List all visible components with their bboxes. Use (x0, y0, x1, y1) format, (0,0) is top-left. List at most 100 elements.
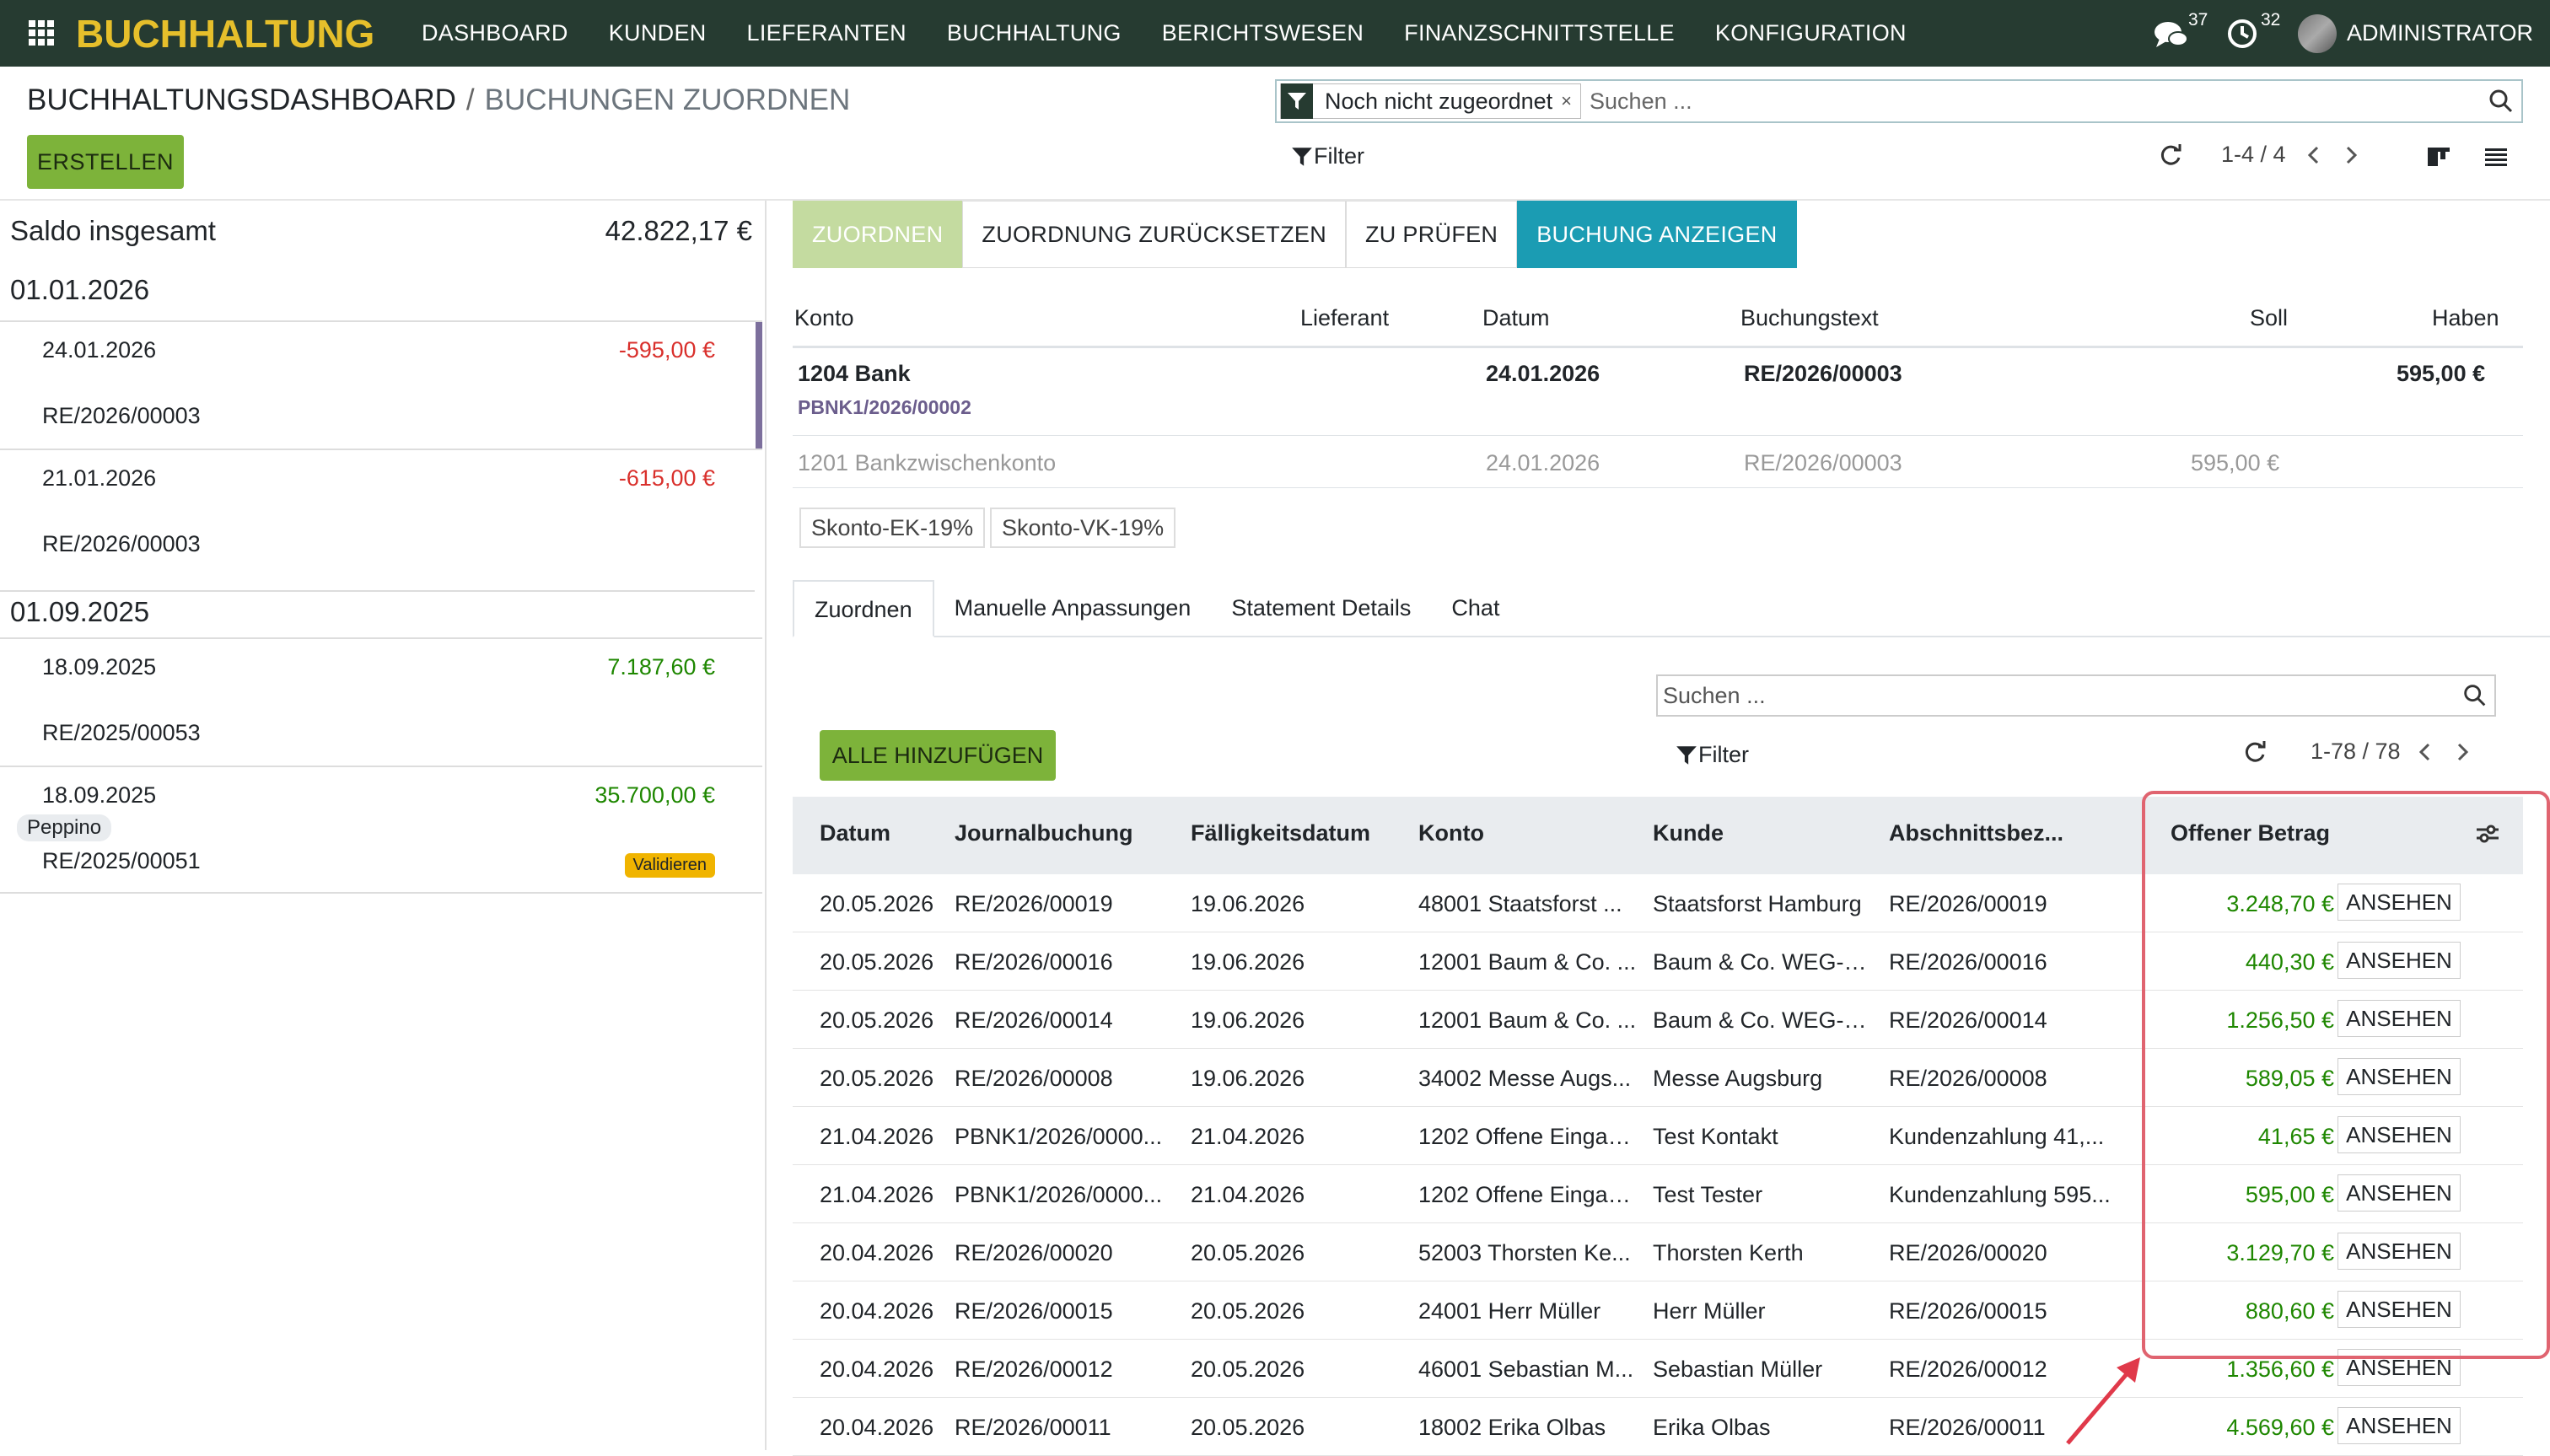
col-offener-betrag[interactable]: Offener Betrag (2171, 820, 2330, 846)
cell-offener-betrag: 595,00 € (2245, 1182, 2334, 1207)
statement-line[interactable]: 18.09.2025 35.700,00 € Peppino RE/2025/0… (0, 766, 762, 894)
search-input[interactable] (1590, 88, 2486, 115)
col-konto[interactable]: Konto (1418, 820, 1484, 846)
facet-remove-icon[interactable]: × (1561, 90, 1580, 112)
kanban-view-icon[interactable] (2425, 143, 2452, 170)
assign-button[interactable]: ZUORDNEN (793, 201, 963, 268)
line-amount: 35.700,00 € (594, 782, 715, 808)
statement-line[interactable]: 21.01.2026 -615,00 € RE/2026/00003 (0, 449, 762, 577)
view-button[interactable]: ANSEHEN (2338, 1407, 2461, 1444)
tabs: Zuordnen Manuelle Anpassungen Statement … (793, 580, 1520, 637)
cell-datum: 20.05.2026 (820, 949, 934, 975)
menu-finanzschnittstelle[interactable]: FINANZSCHNITTSTELLE (1404, 20, 1675, 46)
cell-konto: 24001 Herr Müller (1418, 1298, 1601, 1324)
match-row[interactable]: 20.05.2026 RE/2026/00014 19.06.2026 12001 B… (793, 991, 2523, 1049)
cell-kunde: Thorsten Kerth (1653, 1240, 1804, 1265)
chevron-left-icon[interactable] (2413, 739, 2438, 765)
entry-row-divider (793, 435, 2523, 436)
view-button[interactable]: ANSEHEN (2338, 1058, 2461, 1095)
cell-abschnittsbez: RE/2026/00008 (1889, 1066, 2047, 1091)
filter-dropdown[interactable]: Filter (1290, 143, 1364, 169)
match-row[interactable]: 20.05.2026 RE/2026/00016 19.06.2026 12001 B… (793, 932, 2523, 991)
match-search-input[interactable] (1663, 682, 2461, 709)
add-all-button[interactable]: ALLE HINZUFÜGEN (820, 730, 1056, 781)
col-datum[interactable]: Datum (820, 820, 890, 846)
refresh-icon[interactable] (2243, 739, 2268, 765)
chevron-right-icon[interactable] (2338, 142, 2364, 168)
match-row[interactable]: 20.04.2026 RE/2026/00011 20.05.2026 18002 E… (793, 1398, 2523, 1456)
facet-label: Noch nicht zugeordnet (1325, 88, 1553, 114)
menu-dashboard[interactable]: DASHBOARD (422, 20, 568, 46)
match-search-bar (1656, 674, 2496, 717)
reset-assignment-button[interactable]: ZUORDNUNG ZURÜCKSETZEN (962, 201, 1347, 268)
match-row[interactable]: 20.04.2026 RE/2026/00012 20.05.2026 46001 S… (793, 1340, 2523, 1398)
match-row[interactable]: 21.04.2026 PBNK1/2026/0000... 21.04.2026 12… (793, 1107, 2523, 1165)
view-button[interactable]: ANSEHEN (2338, 1116, 2461, 1153)
match-row[interactable]: 20.04.2026 RE/2026/00020 20.05.2026 52003 T… (793, 1223, 2523, 1281)
view-button[interactable]: ANSEHEN (2338, 884, 2461, 921)
chevron-left-icon[interactable] (2301, 142, 2327, 168)
cell-journalbuchung: RE/2026/00020 (955, 1240, 1113, 1265)
tab-statement-details[interactable]: Statement Details (1211, 580, 1431, 637)
pager-value[interactable]: 1-4 / 4 (2221, 142, 2286, 168)
view-button[interactable]: ANSEHEN (2338, 1174, 2461, 1212)
view-switcher (2425, 143, 2510, 170)
col-faelligkeitsdatum[interactable]: Fälligkeitsdatum (1191, 820, 1370, 846)
cell-faelligkeitsdatum: 21.04.2026 (1191, 1124, 1305, 1149)
tab-zuordnen[interactable]: Zuordnen (793, 580, 934, 637)
col-abschnittsbez[interactable]: Abschnittsbez... (1889, 820, 2063, 846)
match-table-header: Datum Journalbuchung Fälligkeitsdatum Ko… (793, 797, 2523, 874)
match-row[interactable]: 21.04.2026 PBNK1/2026/0000... 21.04.2026 12… (793, 1165, 2523, 1223)
menu-lieferanten[interactable]: LIEFERANTEN (747, 20, 906, 46)
menu-buchhaltung[interactable]: BUCHHALTUNG (947, 20, 1122, 46)
view-button[interactable]: ANSEHEN (2338, 1233, 2461, 1270)
cell-konto: 12001 Baum & Co. ... (1418, 1007, 1637, 1033)
view-button[interactable]: ANSEHEN (2338, 1291, 2461, 1328)
to-check-button[interactable]: ZU PRÜFEN (1346, 201, 1518, 268)
menu-kunden[interactable]: KUNDEN (609, 20, 707, 46)
app-brand[interactable]: BUCHHALTUNG (76, 7, 374, 61)
reconcile-model-tag[interactable]: Skonto-EK-19% (799, 508, 986, 548)
match-row[interactable]: 20.05.2026 RE/2026/00019 19.06.2026 48001 S… (793, 874, 2523, 932)
create-button[interactable]: ERSTELLEN (27, 135, 184, 189)
refresh-icon[interactable] (2159, 142, 2184, 168)
chevron-right-icon[interactable] (2450, 739, 2475, 765)
menu-berichtswesen[interactable]: BERICHTSWESEN (1162, 20, 1364, 46)
statement-line[interactable]: 18.09.2025 7.187,60 € RE/2025/00053 (0, 637, 762, 766)
menu-konfiguration[interactable]: KONFIGURATION (1715, 20, 1907, 46)
cell-journalbuchung: PBNK1/2026/0000... (955, 1124, 1163, 1149)
top-navbar: BUCHHALTUNG DASHBOARD KUNDEN LIEFERANTEN… (0, 0, 2550, 67)
match-row[interactable]: 20.05.2026 RE/2026/00008 19.06.2026 34002 M… (793, 1049, 2523, 1107)
view-button[interactable]: ANSEHEN (2338, 1000, 2461, 1037)
statement-line-selected[interactable]: 24.01.2026 -595,00 € RE/2026/00003 (0, 320, 762, 450)
search-icon[interactable] (2486, 86, 2516, 116)
validate-badge[interactable]: Validieren (624, 853, 715, 878)
search-icon[interactable] (2461, 681, 2489, 710)
statement-lines-panel: Saldo insgesamt 42.822,17 € 01.01.2026 2… (0, 201, 765, 1450)
apps-grid-icon[interactable] (27, 19, 56, 47)
breadcrumb-root[interactable]: BUCHHALTUNGSDASHBOARD (27, 83, 456, 116)
header-lieferant: Lieferant (1300, 305, 1390, 330)
user-menu[interactable]: ADMINISTRATOR (2297, 13, 2533, 53)
tab-manuelle-anpassungen[interactable]: Manuelle Anpassungen (934, 580, 1212, 637)
match-filter-dropdown[interactable]: Filter (1675, 742, 1749, 768)
list-view-icon[interactable] (2483, 143, 2510, 170)
cell-konto: 18002 Erika Olbas (1418, 1415, 1606, 1440)
tab-chat[interactable]: Chat (1431, 580, 1520, 637)
pager-value[interactable]: 1-78 / 78 (2311, 739, 2401, 765)
cell-journalbuchung: PBNK1/2026/0000... (955, 1182, 1163, 1207)
cell-journalbuchung: RE/2026/00016 (955, 949, 1113, 975)
col-kunde[interactable]: Kunde (1653, 820, 1724, 846)
col-journalbuchung[interactable]: Journalbuchung (955, 820, 1133, 846)
cell-abschnittsbez: RE/2026/00016 (1889, 949, 2047, 975)
messages-button[interactable]: 37 (2153, 10, 2208, 52)
activities-button[interactable]: 32 (2225, 10, 2280, 52)
entry-move-link[interactable]: PBNK1/2026/00002 (798, 396, 971, 419)
view-button[interactable]: ANSEHEN (2338, 942, 2461, 979)
match-row[interactable]: 20.04.2026 RE/2026/00015 20.05.2026 24001 H… (793, 1281, 2523, 1340)
reconcile-model-tag[interactable]: Skonto-VK-19% (990, 508, 1176, 548)
view-button[interactable]: ANSEHEN (2338, 1349, 2461, 1386)
show-entry-button[interactable]: BUCHUNG ANZEIGEN (1517, 201, 1797, 268)
search-facet: Noch nicht zugeordnet × (1280, 83, 1582, 119)
column-settings-icon[interactable] (2474, 820, 2501, 847)
